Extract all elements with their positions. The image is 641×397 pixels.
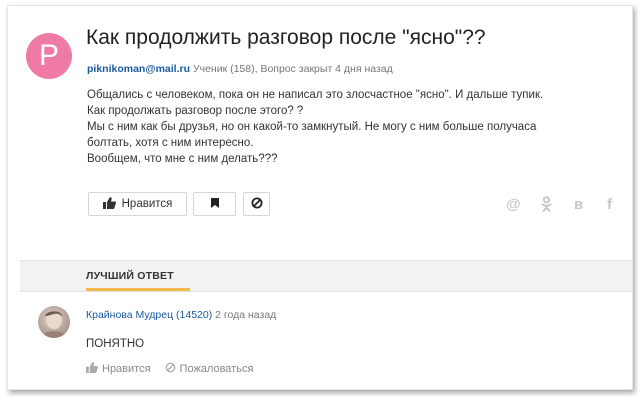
answer-report-button[interactable]: Пожаловаться xyxy=(165,362,254,376)
block-icon xyxy=(251,197,263,212)
question-card: P Как продолжить разговор после "ясно"??… xyxy=(7,5,633,390)
like-button[interactable]: Нравится xyxy=(88,192,187,216)
best-answer-header: ЛУЧШИЙ ОТВЕТ xyxy=(20,260,632,292)
block-icon xyxy=(165,362,176,376)
question-body-line: Мы с ним как бы друзья, но он какой-то з… xyxy=(87,121,537,133)
like-button-label: Нравится xyxy=(121,198,173,210)
vk-icon[interactable]: в xyxy=(574,196,583,213)
question-body: Общались с человеком, пока он не написал… xyxy=(87,87,617,167)
question-body-line: Как продолжать разговор после этого? ? xyxy=(87,105,304,117)
answer-text: ПОНЯТНО xyxy=(86,338,145,350)
question-status: Ученик (158), Вопрос закрыт 4 дня назад xyxy=(192,63,393,75)
question-meta: piknikoman@mail.ru Ученик (158), Вопрос … xyxy=(87,63,393,75)
question-body-line: Общались с человеком, пока он не написал… xyxy=(87,89,544,101)
question-avatar[interactable]: P xyxy=(26,33,72,79)
bookmark-button[interactable] xyxy=(193,192,236,216)
thumbs-up-icon xyxy=(102,196,116,212)
answer-author-link[interactable]: Крайнова xyxy=(86,309,133,321)
best-answer-underline xyxy=(86,288,190,291)
odnoklassniki-icon[interactable] xyxy=(541,196,552,216)
answer-actions: Нравится Пожаловаться xyxy=(86,362,253,376)
thumbs-up-icon xyxy=(86,362,99,376)
answer-like-button[interactable]: Нравится xyxy=(86,362,151,376)
answer-avatar[interactable] xyxy=(38,306,70,338)
answer-meta: Крайнова Мудрец (14520) 2 года назад xyxy=(86,309,276,321)
at-icon[interactable]: @ xyxy=(506,196,521,213)
answer-like-label: Нравится xyxy=(102,363,151,375)
bookmark-icon xyxy=(210,197,219,211)
best-answer-label: ЛУЧШИЙ ОТВЕТ xyxy=(86,270,174,282)
facebook-icon[interactable]: f xyxy=(607,196,612,213)
block-button[interactable] xyxy=(243,192,270,216)
answer-author-rank: Мудрец (14520) xyxy=(135,309,213,321)
question-body-line: Вообщем, что мне с ним делать??? xyxy=(87,153,278,165)
question-title: Как продолжить разговор после "ясно"?? xyxy=(86,26,486,49)
answer-time: 2 года назад xyxy=(215,309,277,321)
question-body-line: болтать, хотя с ним интересно. xyxy=(87,137,254,149)
question-author-link[interactable]: piknikoman@mail.ru xyxy=(87,63,190,75)
answer-report-label: Пожаловаться xyxy=(179,363,254,375)
